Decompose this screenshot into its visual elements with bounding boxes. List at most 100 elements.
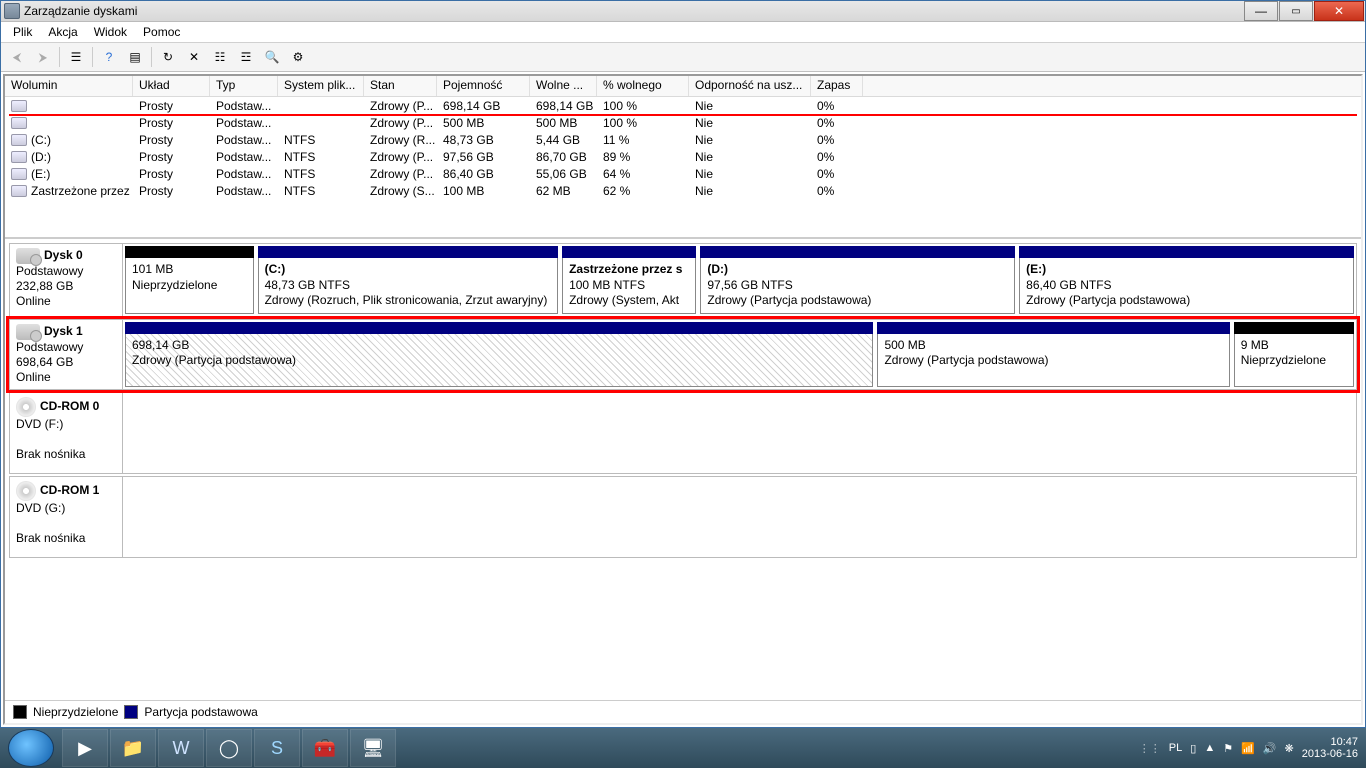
taskbar-word-icon[interactable]: W <box>158 729 204 767</box>
taskbar-skype-icon[interactable]: S <box>254 729 300 767</box>
cell-overhead: 0% <box>811 150 863 164</box>
menu-view[interactable]: Widok <box>86 23 135 41</box>
taskbar-explorer-icon[interactable]: 📁 <box>110 729 156 767</box>
partition[interactable]: (E:)86,40 GB NTFSZdrowy (Partycja podsta… <box>1019 246 1354 314</box>
cell-overhead: 0% <box>811 167 863 181</box>
tray-clock[interactable]: 10:47 2013-06-16 <box>1302 736 1358 760</box>
partition[interactable]: 500 MBZdrowy (Partycja podstawowa) <box>877 322 1229 387</box>
col-free[interactable]: Wolne ... <box>530 76 597 96</box>
view-icon[interactable]: ☰ <box>64 45 88 69</box>
volume-row[interactable]: (E:)ProstyPodstaw...NTFSZdrowy (P...86,4… <box>5 165 1361 182</box>
cell-pctfree: 100 % <box>597 99 689 113</box>
app-icon <box>4 3 20 19</box>
tray-battery-icon[interactable]: ▯ <box>1190 742 1196 755</box>
partition-size: 48,73 GB NTFS <box>265 278 551 294</box>
partition-size: 100 MB NTFS <box>569 278 689 294</box>
disk-row[interactable]: Dysk 0Podstawowy232,88 GBOnline101 MBNie… <box>9 243 1357 317</box>
partition-status: Zdrowy (Rozruch, Plik stronicowania, Zrz… <box>265 293 551 309</box>
tray-lang[interactable]: PL <box>1169 742 1182 754</box>
partition-size: 500 MB <box>884 338 1222 354</box>
cell-volume: (E:) <box>5 167 133 181</box>
partition-size: 9 MB <box>1241 338 1347 354</box>
partition-label: (E:) <box>1026 262 1347 278</box>
tray-network-icon[interactable]: 📶 <box>1241 742 1255 755</box>
partition-cap-icon <box>700 246 1015 258</box>
partition-size: 698,14 GB <box>132 338 866 354</box>
taskbar-tools-icon[interactable]: 🧰 <box>302 729 348 767</box>
cell-overhead: 0% <box>811 133 863 147</box>
start-button[interactable] <box>8 729 54 767</box>
partitions <box>123 477 1356 557</box>
partition[interactable]: Zastrzeżone przez s100 MB NTFSZdrowy (Sy… <box>562 246 696 314</box>
tray-flag-icon[interactable]: ⚑ <box>1223 742 1233 755</box>
close-button[interactable]: ✕ <box>1314 1 1364 21</box>
volume-row[interactable]: Zastrzeżone przez ...ProstyPodstaw...NTF… <box>5 182 1361 199</box>
volume-row[interactable]: ProstyPodstaw...Zdrowy (P...698,14 GB698… <box>5 97 1361 114</box>
cell-layout: Prosty <box>133 116 210 130</box>
volume-row[interactable]: (D:)ProstyPodstaw...NTFSZdrowy (P...97,5… <box>5 148 1361 165</box>
col-layout[interactable]: Układ <box>133 76 210 96</box>
col-volume[interactable]: Wolumin <box>5 76 133 96</box>
rescan-icon[interactable]: 🔍 <box>260 45 284 69</box>
disk-info: Dysk 1Podstawowy698,64 GBOnline <box>10 320 123 389</box>
settings-icon[interactable]: ⚙ <box>286 45 310 69</box>
minimize-button[interactable]: — <box>1244 1 1278 21</box>
tray-sound-icon[interactable]: 🔊 <box>1263 742 1277 755</box>
taskbar-diskmgmt-icon[interactable]: 🖥 <box>350 729 396 767</box>
menu-action[interactable]: Akcja <box>40 23 85 41</box>
col-pctfree[interactable]: % wolnego <box>597 76 689 96</box>
partition[interactable]: 101 MBNieprzydzielone <box>125 246 254 314</box>
partition-cap-icon <box>1234 322 1354 334</box>
cell-capacity: 97,56 GB <box>437 150 530 164</box>
col-status[interactable]: Stan <box>364 76 437 96</box>
cell-fs: NTFS <box>278 133 364 147</box>
col-type[interactable]: Typ <box>210 76 278 96</box>
disk-row[interactable]: Dysk 1Podstawowy698,64 GBOnline698,14 GB… <box>9 319 1357 390</box>
cell-layout: Prosty <box>133 184 210 198</box>
help-icon[interactable]: ? <box>97 45 121 69</box>
partition[interactable]: 698,14 GBZdrowy (Partycja podstawowa) <box>125 322 873 387</box>
cell-pctfree: 62 % <box>597 184 689 198</box>
detail-icon[interactable]: ☲ <box>234 45 258 69</box>
col-fs[interactable]: System plik... <box>278 76 364 96</box>
col-capacity[interactable]: Pojemność <box>437 76 530 96</box>
taskbar-media-icon[interactable]: ▶ <box>62 729 108 767</box>
partition-label: (D:) <box>707 262 1008 278</box>
cell-pctfree: 100 % <box>597 116 689 130</box>
cell-fault: Nie <box>689 116 811 130</box>
disk-info: CD-ROM 0DVD (F:)Brak nośnika <box>10 393 123 473</box>
cell-overhead: 0% <box>811 99 863 113</box>
toolbar: ⮜ ⮞ ☰ ? ▤ ↻ ✕ ☷ ☲ 🔍 ⚙ <box>1 43 1365 72</box>
menu-help[interactable]: Pomoc <box>135 23 188 41</box>
system-tray[interactable]: ⋮⋮ PL ▯ ▲ ⚑ 📶 🔊 ❋ 10:47 2013-06-16 <box>1139 736 1366 760</box>
disk-row[interactable]: CD-ROM 1DVD (G:)Brak nośnika <box>9 476 1357 558</box>
maximize-button[interactable]: ▭ <box>1279 1 1313 21</box>
menu-file[interactable]: Plik <box>5 23 40 41</box>
partition[interactable]: (D:)97,56 GB NTFSZdrowy (Partycja podsta… <box>700 246 1015 314</box>
partition[interactable]: 9 MBNieprzydzielone <box>1234 322 1354 387</box>
list-icon[interactable]: ☷ <box>208 45 232 69</box>
col-overhead[interactable]: Zapas <box>811 76 863 96</box>
disk-management-window: Zarządzanie dyskami — ▭ ✕ Plik Akcja Wid… <box>0 0 1366 728</box>
properties-icon[interactable]: ▤ <box>123 45 147 69</box>
volume-row[interactable]: (C:)ProstyPodstaw...NTFSZdrowy (R...48,7… <box>5 131 1361 148</box>
disk-row[interactable]: CD-ROM 0DVD (F:)Brak nośnika <box>9 392 1357 474</box>
cell-status: Zdrowy (S... <box>364 184 437 198</box>
volume-list[interactable]: ProstyPodstaw...Zdrowy (P...698,14 GB698… <box>5 97 1361 237</box>
cell-capacity: 100 MB <box>437 184 530 198</box>
remove-icon[interactable]: ✕ <box>182 45 206 69</box>
partition[interactable]: (C:)48,73 GB NTFSZdrowy (Rozruch, Plik s… <box>258 246 558 314</box>
cell-type: Podstaw... <box>210 167 278 181</box>
refresh-icon[interactable]: ↻ <box>156 45 180 69</box>
cell-status: Zdrowy (P... <box>364 99 437 113</box>
titlebar[interactable]: Zarządzanie dyskami — ▭ ✕ <box>1 1 1365 22</box>
volume-row[interactable]: ProstyPodstaw...Zdrowy (P...500 MB500 MB… <box>5 114 1361 131</box>
tray-sync-icon[interactable]: ❋ <box>1285 742 1294 755</box>
col-fault[interactable]: Odporność na usz... <box>689 76 811 96</box>
tray-up-icon[interactable]: ▲ <box>1204 742 1215 754</box>
cell-capacity: 48,73 GB <box>437 133 530 147</box>
cell-layout: Prosty <box>133 167 210 181</box>
taskbar[interactable]: ▶ 📁 W ◯ S 🧰 🖥 ⋮⋮ PL ▯ ▲ ⚑ 📶 🔊 ❋ 10:47 20… <box>0 728 1366 768</box>
taskbar-chrome-icon[interactable]: ◯ <box>206 729 252 767</box>
partition-size: 97,56 GB NTFS <box>707 278 1008 294</box>
